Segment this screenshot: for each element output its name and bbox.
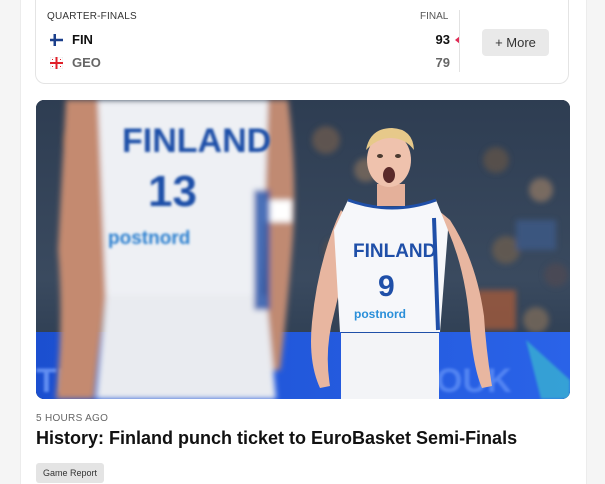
team-row-away[interactable]: GEO 79 — [50, 54, 450, 72]
score-divider — [459, 10, 460, 72]
article-timestamp: 5 HOURS AGO — [36, 413, 109, 424]
basketball-photo: TH OUK FINLAND 9 postnord — [36, 100, 570, 399]
svg-text:9: 9 — [378, 270, 395, 303]
article-hero-image[interactable]: TH OUK FINLAND 9 postnord — [36, 100, 570, 399]
svg-text:postnord: postnord — [354, 307, 406, 321]
team-code: GEO — [72, 55, 101, 70]
svg-text:FINLAND: FINLAND — [122, 122, 271, 160]
more-button[interactable]: + More — [482, 29, 549, 56]
article-headline[interactable]: History: Finland punch ticket to EuroBas… — [36, 427, 517, 449]
round-label: QUARTER-FINALS — [47, 11, 137, 22]
svg-text:13: 13 — [148, 167, 197, 216]
finland-flag-icon — [50, 34, 63, 46]
svg-text:FINLAND: FINLAND — [353, 241, 436, 262]
team-code: FIN — [72, 32, 93, 47]
team-score: 93 — [435, 32, 450, 47]
game-score-card[interactable]: QUARTER-FINALS FINAL FIN 93 GEO 79 + Mor… — [35, 0, 569, 84]
article-tag[interactable]: Game Report — [36, 463, 105, 483]
svg-text:postnord: postnord — [108, 228, 190, 249]
page-column: QUARTER-FINALS FINAL FIN 93 GEO 79 + Mor… — [20, 0, 587, 484]
georgia-flag-icon — [50, 57, 63, 69]
team-score: 79 — [435, 55, 450, 70]
game-status: FINAL — [420, 11, 449, 22]
team-row-home[interactable]: FIN 93 — [50, 31, 450, 49]
svg-text:OUK: OUK — [436, 362, 512, 399]
